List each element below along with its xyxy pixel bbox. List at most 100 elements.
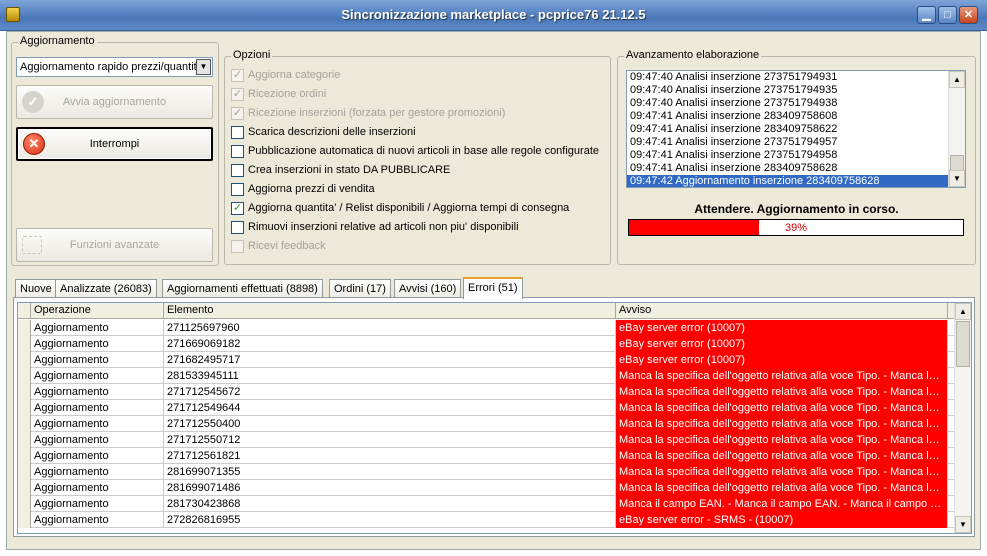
table-row[interactable]: Aggiornamento 271682495717 eBay server err… bbox=[18, 352, 958, 368]
row-header[interactable] bbox=[18, 400, 31, 416]
row-header[interactable] bbox=[18, 416, 31, 432]
title-bar: Sincronizzazione marketplace - pcprice76… bbox=[0, 0, 987, 31]
checkbox-empty-icon[interactable] bbox=[231, 183, 244, 196]
row-header[interactable] bbox=[18, 320, 31, 336]
log-entry[interactable]: 09:47:40 Analisi inserzione 273751794931 bbox=[627, 71, 949, 84]
checkbox-empty-icon[interactable] bbox=[231, 145, 244, 158]
log-entry[interactable]: 09:47:42 Aggiornamento inserzione 283409… bbox=[627, 175, 949, 187]
scroll-down-icon[interactable]: ▼ bbox=[949, 170, 965, 187]
row-header[interactable] bbox=[18, 336, 31, 352]
checkbox-empty-icon[interactable] bbox=[231, 126, 244, 139]
operation-cell: Aggiornamento bbox=[31, 368, 164, 384]
warning-cell: Manca la specifica dell'oggetto relativa… bbox=[616, 448, 948, 464]
stop-button[interactable]: ✕ Interrompi bbox=[16, 127, 213, 161]
option-label: Ricezione ordini bbox=[248, 88, 327, 100]
table-row[interactable]: Aggiornamento 272826816955 eBay server err… bbox=[18, 512, 958, 528]
log-entry[interactable]: 09:47:41 Analisi inserzione 273751794958 bbox=[627, 149, 949, 162]
row-header[interactable] bbox=[18, 496, 31, 512]
row-header[interactable] bbox=[18, 384, 31, 400]
log-entry[interactable]: 09:47:41 Analisi inserzione 283409758608 bbox=[627, 110, 949, 123]
advanced-functions-button[interactable]: Funzioni avanzate bbox=[16, 228, 213, 262]
grid-scrollbar[interactable]: ▲ ▼ bbox=[954, 303, 971, 533]
table-row[interactable]: Aggiornamento 271712550712 Manca la specif… bbox=[18, 432, 958, 448]
tab-errori[interactable]: Errori (51) bbox=[463, 277, 523, 299]
close-button[interactable]: ✕ bbox=[959, 6, 978, 24]
row-header[interactable] bbox=[18, 464, 31, 480]
progress-log-list[interactable]: 09:47:40 Analisi inserzione 273751794931… bbox=[626, 70, 966, 188]
table-row[interactable]: Aggiornamento 281699071355 Manca la specif… bbox=[18, 464, 958, 480]
table-row[interactable]: Aggiornamento 281533945111 Manca la specif… bbox=[18, 368, 958, 384]
warning-cell: Manca la specifica dell'oggetto relativa… bbox=[616, 384, 948, 400]
log-entry[interactable]: 09:47:41 Analisi inserzione 273751794957 bbox=[627, 136, 949, 149]
start-update-button[interactable]: ✓ Avvia aggiornamento bbox=[16, 85, 213, 119]
aggiornamento-group: Aggiornamento Aggiornamento rapido prezz… bbox=[11, 35, 219, 266]
option-label: Ricezione inserzioni (forzata per gestor… bbox=[248, 107, 506, 119]
table-row[interactable]: Aggiornamento 271712549644 Manca la specif… bbox=[18, 400, 958, 416]
chevron-down-icon[interactable]: ▼ bbox=[196, 59, 211, 75]
avanzamento-group: Avanzamento elaborazione 09:47:40 Analis… bbox=[617, 49, 976, 265]
checkbox-empty-icon bbox=[231, 240, 244, 253]
warning-cell: eBay server error - SRMS - (10007) bbox=[616, 512, 948, 528]
element-cell: 271669069182 bbox=[164, 336, 616, 352]
log-entry[interactable]: 09:47:41 Analisi inserzione 283409758628 bbox=[627, 162, 949, 175]
checkbox-checked-icon[interactable]: ✓ bbox=[231, 202, 244, 215]
log-entry[interactable]: 09:47:41 Analisi inserzione 283409758622 bbox=[627, 123, 949, 136]
errors-grid[interactable]: Operazione Elemento Avviso Aggiornamento… bbox=[17, 302, 972, 534]
advanced-functions-label: Funzioni avanzate bbox=[69, 239, 160, 251]
log-scrollbar[interactable]: ▲ ▼ bbox=[948, 71, 965, 187]
column-header-operazione[interactable]: Operazione bbox=[31, 303, 164, 319]
table-row[interactable]: Aggiornamento 271712545672 Manca la specif… bbox=[18, 384, 958, 400]
element-cell: 271125697960 bbox=[164, 320, 616, 336]
tab-analizzate[interactable]: Analizzate (26083) bbox=[55, 279, 157, 298]
tab-avvisi[interactable]: Avvisi (160) bbox=[394, 279, 462, 298]
maximize-button[interactable]: □ bbox=[938, 6, 957, 24]
row-header[interactable] bbox=[18, 432, 31, 448]
scroll-up-icon[interactable]: ▲ bbox=[955, 303, 971, 320]
checkbox-empty-icon[interactable] bbox=[231, 164, 244, 177]
option-label: Rimuovi inserzioni relative ad articoli … bbox=[248, 221, 519, 233]
operation-cell: Aggiornamento bbox=[31, 464, 164, 480]
operation-cell: Aggiornamento bbox=[31, 496, 164, 512]
row-header[interactable] bbox=[18, 448, 31, 464]
scroll-down-icon[interactable]: ▼ bbox=[955, 516, 971, 533]
element-cell: 281730423868 bbox=[164, 496, 616, 512]
tab-ordini[interactable]: Ordini (17) bbox=[329, 279, 391, 298]
column-header-elemento[interactable]: Elemento bbox=[164, 303, 616, 319]
element-cell: 281699071355 bbox=[164, 464, 616, 480]
table-row[interactable]: Aggiornamento 271125697960 eBay server err… bbox=[18, 320, 958, 336]
minimize-button[interactable]: ▁ bbox=[917, 6, 936, 24]
log-entry[interactable]: 09:47:40 Analisi inserzione 273751794938 bbox=[627, 97, 949, 110]
grid-scroll-thumb[interactable] bbox=[956, 321, 970, 367]
row-header[interactable] bbox=[18, 480, 31, 496]
start-update-label: Avvia aggiornamento bbox=[62, 96, 167, 108]
log-entry[interactable]: 09:47:40 Analisi inserzione 273751794935 bbox=[627, 84, 949, 97]
warning-cell: eBay server error (10007) bbox=[616, 352, 948, 368]
column-header-avviso[interactable]: Avviso bbox=[616, 303, 948, 319]
table-row[interactable]: Aggiornamento 271669069182 eBay server err… bbox=[18, 336, 958, 352]
tab-nuove[interactable]: Nuove bbox=[15, 279, 57, 298]
scroll-up-icon[interactable]: ▲ bbox=[949, 71, 965, 88]
operation-cell: Aggiornamento bbox=[31, 432, 164, 448]
opzioni-group-label: Opzioni bbox=[231, 49, 273, 61]
option-label: Ricevi feedback bbox=[248, 240, 326, 252]
table-row[interactable]: Aggiornamento 271712561821 Manca la specif… bbox=[18, 448, 958, 464]
checkbox-empty-icon[interactable] bbox=[231, 221, 244, 234]
table-row[interactable]: Aggiornamento 281699071486 Manca la specif… bbox=[18, 480, 958, 496]
update-mode-select[interactable]: Aggiornamento rapido prezzi/quantit ▼ bbox=[16, 57, 213, 77]
log-scroll-thumb[interactable] bbox=[950, 155, 964, 171]
warning-cell: Manca la specifica dell'oggetto relativa… bbox=[616, 400, 948, 416]
table-row[interactable]: Aggiornamento 281730423868 Manca il campo … bbox=[18, 496, 958, 512]
tab-aggiornamenti-effettuati[interactable]: Aggiornamenti effettuati (8898) bbox=[162, 279, 323, 298]
aggiornamento-group-label: Aggiornamento bbox=[18, 35, 97, 47]
option-label: Crea inserzioni in stato DA PUBBLICARE bbox=[248, 164, 451, 176]
row-header[interactable] bbox=[18, 352, 31, 368]
grid-header: Operazione Elemento Avviso bbox=[18, 303, 958, 319]
row-header[interactable] bbox=[18, 512, 31, 528]
operation-cell: Aggiornamento bbox=[31, 416, 164, 432]
row-header[interactable] bbox=[18, 368, 31, 384]
row-header-corner bbox=[18, 303, 31, 319]
progress-bar: 39% bbox=[628, 219, 964, 236]
element-cell: 271712561821 bbox=[164, 448, 616, 464]
table-row[interactable]: Aggiornamento 271712550400 Manca la specif… bbox=[18, 416, 958, 432]
tools-icon bbox=[22, 236, 42, 254]
